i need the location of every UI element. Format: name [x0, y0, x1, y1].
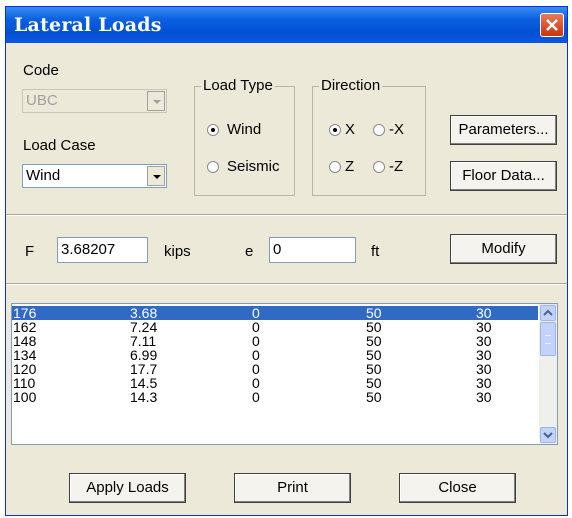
lateral-loads-dialog: Lateral Loads Code UBC Load Case Wind Lo…	[5, 6, 568, 516]
close-icon	[546, 19, 558, 31]
table-row[interactable]: 148 7.11 0 50 30	[12, 334, 538, 348]
table-cell: 3.68	[130, 305, 158, 321]
table-cell: 50	[366, 319, 382, 335]
list-scrollbar[interactable]	[539, 304, 557, 444]
table-cell: 162	[13, 319, 37, 335]
eccentricity-unit: ft	[371, 243, 380, 260]
table-cell: 17.7	[130, 361, 158, 377]
z-radio[interactable]	[329, 161, 341, 173]
wind-radio-label[interactable]: Wind	[227, 121, 261, 138]
table-cell: 14.3	[130, 389, 158, 405]
table-cell: 7.11	[130, 333, 157, 349]
table-cell: 134	[13, 347, 37, 363]
separator-bottom	[6, 283, 567, 285]
floor-data-button[interactable]: Floor Data...	[450, 161, 557, 191]
table-cell: 100	[13, 389, 37, 405]
close-button[interactable]: Close	[399, 473, 516, 503]
table-row[interactable]: 120 17.7 0 50 30	[12, 362, 538, 376]
load-case-select[interactable]: Wind	[22, 164, 167, 188]
table-cell: 176	[13, 305, 37, 321]
load-type-group: Load Type	[194, 77, 295, 196]
eccentricity-input[interactable]: 0	[269, 237, 356, 263]
chevron-up-icon	[543, 309, 553, 316]
window-title: Lateral Loads	[14, 14, 162, 36]
table-cell: 148	[13, 333, 37, 349]
table-row[interactable]: 162 7.24 0 50 30	[12, 320, 538, 334]
table-cell: 0	[252, 361, 260, 377]
table-cell: 120	[13, 361, 37, 377]
scroll-up-button[interactable]	[540, 305, 556, 321]
seismic-radio[interactable]	[207, 161, 219, 173]
table-cell: 50	[366, 305, 382, 321]
chevron-down-icon	[147, 91, 165, 111]
neg-x-radio[interactable]	[373, 124, 385, 136]
table-row[interactable]: 110 14.5 0 50 30	[12, 376, 538, 390]
table-cell: 14.5	[130, 375, 158, 391]
table-cell: 30	[476, 347, 492, 363]
parameters-button[interactable]: Parameters...	[450, 115, 557, 145]
modify-button[interactable]: Modify	[450, 234, 557, 264]
table-cell: 30	[476, 305, 492, 321]
force-label: F	[25, 243, 35, 260]
table-cell: 0	[252, 347, 260, 363]
neg-z-radio-label[interactable]: -Z	[389, 158, 403, 175]
separator-top	[6, 214, 567, 216]
table-row[interactable]: 100 14.3 0 50 30	[12, 390, 538, 404]
table-cell: 30	[476, 319, 492, 335]
load-case-value: Wind	[26, 167, 61, 184]
table-cell: 0	[252, 319, 260, 335]
table-cell: 50	[366, 333, 382, 349]
apply-loads-button[interactable]: Apply Loads	[69, 473, 186, 503]
table-cell: 50	[366, 389, 382, 405]
table-cell: 0	[252, 305, 260, 321]
eccentricity-label: e	[245, 243, 254, 260]
z-radio-label[interactable]: Z	[345, 158, 354, 175]
scroll-thumb[interactable]	[540, 322, 556, 356]
scroll-down-button[interactable]	[540, 427, 556, 443]
close-window-button[interactable]	[540, 13, 564, 37]
table-row[interactable]: 176 3.68 0 50 30	[12, 306, 538, 320]
chevron-down-icon	[543, 432, 553, 439]
table-cell: 30	[476, 389, 492, 405]
seismic-radio-label[interactable]: Seismic	[227, 158, 280, 175]
code-label: Code	[23, 62, 59, 79]
floor-load-list[interactable]: 176 3.68 0 50 30 162 7.24 0 50 30 148 7.…	[11, 303, 558, 445]
x-radio[interactable]	[329, 124, 341, 136]
direction-title: Direction	[319, 77, 383, 94]
table-cell: 30	[476, 333, 492, 349]
direction-group: Direction	[312, 77, 426, 196]
table-cell: 110	[13, 375, 36, 391]
title-bar[interactable]: Lateral Loads	[6, 7, 567, 43]
x-radio-label[interactable]: X	[345, 121, 355, 138]
wind-radio[interactable]	[207, 124, 219, 136]
load-case-label: Load Case	[23, 137, 96, 154]
table-row[interactable]: 134 6.99 0 50 30	[12, 348, 538, 362]
table-cell: 30	[476, 361, 492, 377]
code-value: UBC	[26, 92, 58, 109]
table-cell: 50	[366, 347, 382, 363]
neg-x-radio-label[interactable]: -X	[389, 121, 404, 138]
table-cell: 0	[252, 333, 260, 349]
table-cell: 50	[366, 361, 382, 377]
table-cell: 30	[476, 375, 492, 391]
table-cell: 0	[252, 389, 260, 405]
code-select: UBC	[22, 89, 167, 113]
table-cell: 7.24	[130, 319, 158, 335]
print-button[interactable]: Print	[234, 473, 351, 503]
force-unit: kips	[164, 243, 191, 260]
table-cell: 50	[366, 375, 382, 391]
table-cell: 6.99	[130, 347, 158, 363]
force-input[interactable]: 3.68207	[57, 237, 148, 263]
load-type-title: Load Type	[201, 77, 275, 94]
neg-z-radio[interactable]	[373, 161, 385, 173]
chevron-down-icon[interactable]	[147, 166, 165, 186]
table-cell: 0	[252, 375, 260, 391]
